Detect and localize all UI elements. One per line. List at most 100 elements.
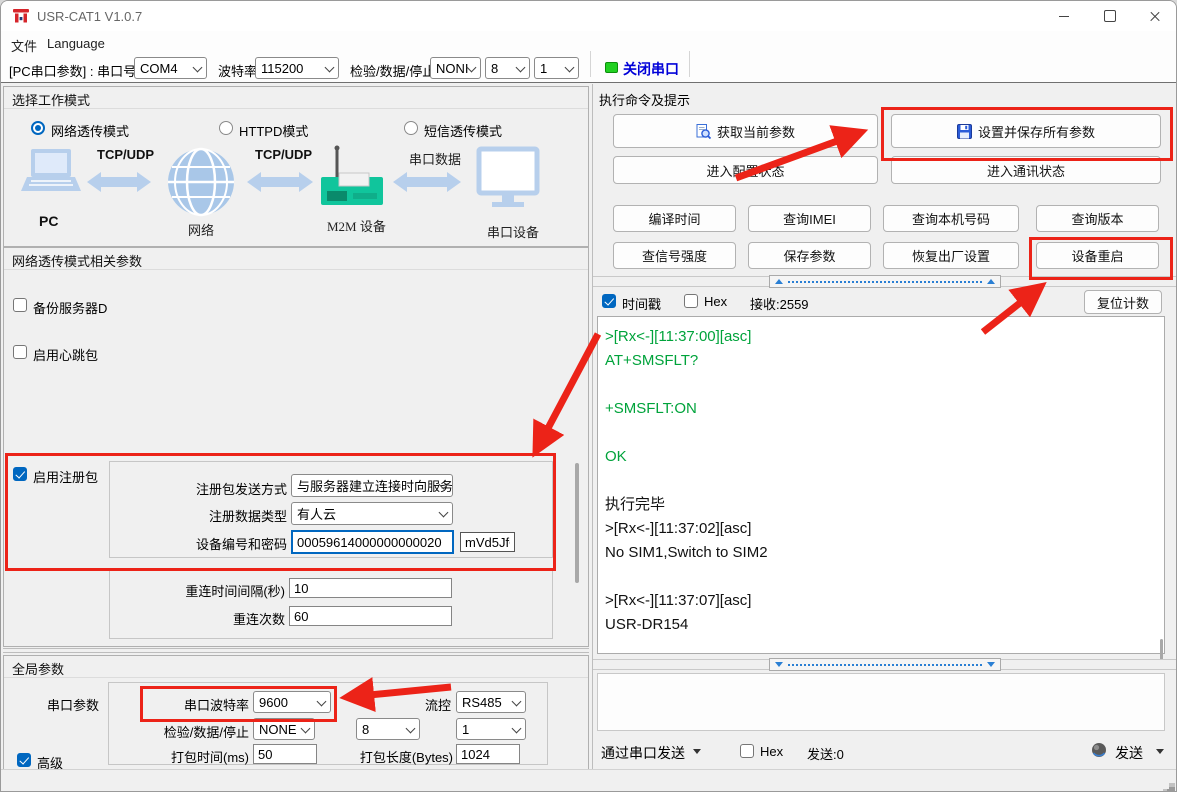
chevron-down-icon xyxy=(693,749,701,754)
m2m-device-icon xyxy=(321,146,383,206)
serial-device-label: 串口设备 xyxy=(487,222,539,241)
serial-parity-select[interactable]: NONE xyxy=(253,718,315,740)
enter-config-button[interactable]: 进入配置状态 xyxy=(613,156,878,184)
parity-data-stop-label: 检验/数据/停止 xyxy=(350,61,435,80)
chevron-down-icon xyxy=(512,697,522,707)
regpack-checkbox[interactable] xyxy=(13,467,27,481)
timestamp-label: 时间戳 xyxy=(622,294,661,313)
enter-comm-button[interactable]: 进入通讯状态 xyxy=(891,156,1161,184)
radio-net-transparent-label: 网络透传模式 xyxy=(51,121,129,140)
device-id-input[interactable] xyxy=(291,530,454,554)
splitter-handle[interactable] xyxy=(769,658,1001,671)
send-input-area[interactable] xyxy=(597,673,1165,731)
link1-label: TCP/UDP xyxy=(97,147,154,162)
reg-type-select[interactable]: 有人云 xyxy=(291,502,453,525)
toolbar-separator xyxy=(689,51,690,77)
menu-language[interactable]: Language xyxy=(43,34,109,53)
reset-counter-button[interactable]: 复位计数 xyxy=(1084,290,1162,314)
collapse-up-icon xyxy=(987,279,995,284)
menu-bar: 文件 Language xyxy=(1,31,1176,53)
serial-stopbits-select[interactable]: 1 xyxy=(456,718,526,740)
button-save-params[interactable]: 保存参数 xyxy=(748,242,871,269)
chevron-down-icon xyxy=(565,63,575,73)
log-line xyxy=(605,373,1164,397)
radio-httpd-mode[interactable] xyxy=(219,121,233,135)
pack-time-label: 打包时间(ms) xyxy=(146,747,249,766)
chevron-down-icon xyxy=(301,724,311,734)
log-scrollbar[interactable] xyxy=(1160,639,1163,661)
button-query-signal[interactable]: 查信号强度 xyxy=(613,242,736,269)
splitter-handle[interactable] xyxy=(769,275,1001,288)
get-params-button[interactable]: 获取当前参数 xyxy=(613,114,878,148)
log-hex-checkbox[interactable] xyxy=(684,294,698,308)
chevron-down-icon xyxy=(512,724,522,734)
regpack-label: 启用注册包 xyxy=(33,467,98,486)
log-output[interactable]: >[Rx<-][11:37:00][asc] AT+SMSFLT? +SMSFL… xyxy=(597,316,1165,654)
button-device-restart[interactable]: 设备重启 xyxy=(1036,242,1159,269)
radio-sms-label: 短信透传模式 xyxy=(424,121,502,140)
log-line xyxy=(605,421,1164,445)
log-line: USR-DR154 xyxy=(605,613,1164,637)
resize-grip[interactable] xyxy=(1161,781,1169,789)
chevron-down-icon xyxy=(325,63,335,73)
log-hex-label: Hex xyxy=(704,294,727,309)
serial-databits-select[interactable]: 8 xyxy=(356,718,420,740)
device-password-input[interactable] xyxy=(460,532,515,552)
reconnect-times-input[interactable] xyxy=(289,606,452,626)
radio-net-transparent-mode[interactable] xyxy=(31,121,45,135)
log-line: AT+SMSFLT? xyxy=(605,349,1164,373)
window-title: USR-CAT1 V1.0.7 xyxy=(37,9,142,24)
heartbeat-label: 启用心跳包 xyxy=(33,345,98,364)
close-port-button[interactable]: 关闭串口 xyxy=(623,59,679,79)
pack-length-input[interactable] xyxy=(456,744,520,764)
log-line: 执行完毕 xyxy=(605,493,1164,517)
baud-select[interactable]: 115200 xyxy=(255,57,339,79)
m2m-label: M2M 设备 xyxy=(327,216,386,235)
globe-icon xyxy=(168,149,234,215)
chevron-down-icon xyxy=(193,63,203,73)
minimize-button[interactable] xyxy=(1041,1,1087,31)
send-button[interactable]: 发送 xyxy=(1115,743,1143,763)
reg-type-label: 注册数据类型 xyxy=(151,506,287,525)
app-logo-icon xyxy=(12,8,30,24)
backup-server-checkbox[interactable] xyxy=(13,298,27,312)
flow-select[interactable]: RS485 xyxy=(456,691,526,713)
close-button[interactable] xyxy=(1132,1,1177,31)
pack-time-input[interactable] xyxy=(253,744,317,764)
button-compile-time[interactable]: 编译时间 xyxy=(613,205,736,232)
log-line: +SMSFLT:ON xyxy=(605,397,1164,421)
heartbeat-checkbox[interactable] xyxy=(13,345,27,359)
parity-select[interactable]: NONI xyxy=(430,57,481,79)
pack-length-label: 打包长度(Bytes) xyxy=(341,747,453,766)
log-line: >[Rx<-][11:37:00][asc] xyxy=(605,325,1164,349)
device-id-label: 设备编号和密码 xyxy=(151,534,287,553)
advanced-checkbox[interactable] xyxy=(17,753,31,767)
reconnect-interval-input[interactable] xyxy=(289,578,452,598)
databits-select[interactable]: 8 xyxy=(485,57,530,79)
collapse-down-icon xyxy=(775,662,783,667)
button-query-imei[interactable]: 查询IMEI xyxy=(748,205,871,232)
maximize-button[interactable] xyxy=(1087,1,1133,31)
timestamp-checkbox[interactable] xyxy=(602,294,616,308)
collapse-down-icon xyxy=(987,662,995,667)
button-query-version[interactable]: 查询版本 xyxy=(1036,205,1159,232)
serial-baud-select[interactable]: 9600 xyxy=(253,691,331,713)
send-sphere-icon xyxy=(1091,742,1107,758)
radio-sms-mode[interactable] xyxy=(404,121,418,135)
link-arrow xyxy=(87,172,151,192)
send-hex-checkbox[interactable] xyxy=(740,744,754,758)
link3-label: 串口数据 xyxy=(409,149,461,168)
com-port-select[interactable]: COM4 xyxy=(134,57,207,79)
left-panel-scrollbar[interactable] xyxy=(575,463,579,583)
section-splitter[interactable] xyxy=(3,648,589,649)
send-via-serial-dropdown[interactable]: 通过串口发送 xyxy=(601,743,685,763)
status-bar xyxy=(1,769,1176,792)
send-hex-label: Hex xyxy=(760,744,783,759)
set-save-params-button[interactable]: 设置并保存所有参数 xyxy=(891,114,1161,148)
commands-title: 执行命令及提示 xyxy=(599,90,690,109)
button-factory-reset[interactable]: 恢复出厂设置 xyxy=(883,242,1019,269)
flow-label: 流控 xyxy=(396,695,451,714)
stopbits-select[interactable]: 1 xyxy=(534,57,579,79)
reg-mode-select[interactable]: 与服务器建立连接时向服务 xyxy=(291,474,453,497)
button-query-number[interactable]: 查询本机号码 xyxy=(883,205,1019,232)
